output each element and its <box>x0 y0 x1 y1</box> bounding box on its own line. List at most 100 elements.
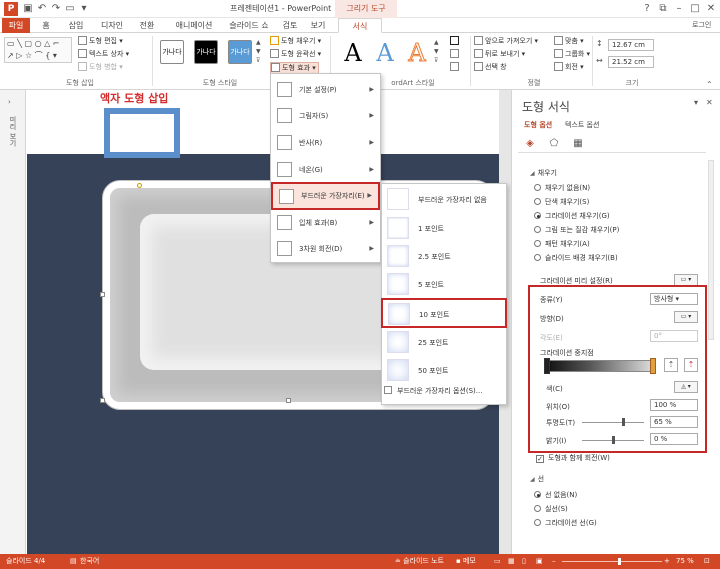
selection-pane-button[interactable]: 선택 창 <box>474 62 507 73</box>
send-backward-button[interactable]: 뒤로 보내기 ▾ <box>474 49 525 60</box>
line-option-gradient[interactable]: 그라데이션 선(G) <box>534 518 597 528</box>
gradient-stop-1[interactable] <box>544 358 550 374</box>
spellcheck-icon[interactable]: ▤ <box>70 554 77 569</box>
line-option-solid[interactable]: 실선(S) <box>534 504 568 514</box>
soft-edge-10pt[interactable]: 10 포인트 <box>381 298 507 328</box>
frame-shape[interactable] <box>104 108 180 158</box>
soft-edge-25pt[interactable]: 25 포인트 <box>382 328 506 357</box>
minimize-icon[interactable]: – <box>672 2 686 16</box>
slide-sorter-icon[interactable]: ▦ <box>508 554 515 569</box>
angle-input[interactable]: 0° <box>650 330 698 342</box>
soft-edges-options-link[interactable]: 부드러운 가장자리 옵션(S)... <box>384 386 482 396</box>
soft-edge-2-5pt[interactable]: 2.5 포인트 <box>382 242 506 271</box>
login-link[interactable]: 로그인 <box>692 20 711 30</box>
fill-section-header[interactable]: ◢ 채우기 <box>530 168 557 178</box>
zoom-out-icon[interactable]: – <box>552 554 556 569</box>
wordart-style-black[interactable]: A <box>340 38 366 68</box>
zoom-slider[interactable] <box>562 561 662 562</box>
menu-item-glow[interactable]: 네온(G) ▶ <box>271 157 380 183</box>
wordart-style-orange-outline[interactable]: A <box>404 38 430 68</box>
color-picker-button[interactable]: ◬ ▾ <box>674 381 698 393</box>
group-button[interactable]: 그룹화 ▾ <box>554 49 590 60</box>
adjust-handle[interactable] <box>137 183 142 188</box>
align-button[interactable]: 맞춤 ▾ <box>554 36 584 47</box>
language-indicator[interactable]: 한국어 <box>80 554 99 569</box>
soft-edge-none[interactable]: 부드러운 가장자리 없음 <box>382 185 506 214</box>
menu-item-soft-edges[interactable]: 부드러운 가장자리(E) ▶ <box>271 182 380 210</box>
resize-handle-left[interactable] <box>100 292 105 297</box>
rotate-button[interactable]: 회전 ▾ <box>554 62 584 73</box>
menu-item-reflection[interactable]: 반사(R) ▶ <box>271 130 380 156</box>
zoom-level[interactable]: 75 % <box>676 554 694 569</box>
menu-item-3d-rotation[interactable]: 3차원 회전(D) ▶ <box>271 236 380 262</box>
fill-option-slide-bg[interactable]: 슬라이드 배경 채우기(B) <box>534 253 618 263</box>
position-input[interactable]: 100 % <box>650 399 698 411</box>
height-input[interactable]: 12.67 cm <box>608 39 654 51</box>
tab-insert[interactable]: 삽입 <box>62 18 90 33</box>
pane-tab-text-options[interactable]: 텍스트 옵션 <box>565 120 599 130</box>
tab-slideshow[interactable]: 슬라이드 쇼 <box>224 18 274 33</box>
tab-format[interactable]: 서식 <box>338 18 382 33</box>
wordart-gallery-scroll[interactable]: ▲ ▼ ⊽ <box>434 38 439 65</box>
tab-home[interactable]: 홈 <box>34 18 58 33</box>
shape-outline-button[interactable]: 도형 윤곽선 ▾ <box>270 49 321 60</box>
shape-style-gallery-scroll[interactable]: ▲ ▼ ⊽ <box>256 38 261 65</box>
brightness-input[interactable]: 0 % <box>650 433 698 445</box>
text-outline-button[interactable] <box>450 49 461 60</box>
qat-customize-icon[interactable]: ▾ <box>78 3 90 15</box>
add-stop-icon[interactable]: ⇡ <box>664 358 678 372</box>
redo-icon[interactable]: ↷ <box>50 3 62 15</box>
direction-button[interactable]: ▭ ▾ <box>674 311 698 323</box>
shape-style-swatch-blue[interactable]: 가나다 <box>228 40 252 64</box>
comments-button[interactable]: ▪ 메모 <box>456 554 476 569</box>
brightness-slider-thumb[interactable] <box>612 436 615 444</box>
save-icon[interactable]: ▣ <box>22 3 34 15</box>
size-properties-icon[interactable]: ▦ <box>572 138 584 150</box>
slideshow-view-icon[interactable]: ▣ <box>536 554 543 569</box>
menu-item-preset[interactable]: 기본 설정(P) ▶ <box>271 77 380 103</box>
gradient-stop-2[interactable] <box>650 358 656 374</box>
pane-scrollbar[interactable] <box>708 160 714 340</box>
shape-style-swatch-black[interactable]: 가나다 <box>194 40 218 64</box>
fit-slide-icon[interactable]: ⊡ <box>704 554 710 569</box>
text-box-button[interactable]: 텍스트 상자 ▾ <box>78 49 129 60</box>
fill-option-pattern[interactable]: 패턴 채우기(A) <box>534 239 590 249</box>
fill-option-gradient[interactable]: 그라데이션 채우기(G) <box>534 211 610 221</box>
notes-button[interactable]: ≐ 슬라이드 노트 <box>395 554 444 569</box>
pane-close-icon[interactable]: ✕ <box>706 98 713 107</box>
menu-item-shadow[interactable]: 그림자(S) ▶ <box>271 103 380 129</box>
tab-review[interactable]: 검토 <box>278 18 302 33</box>
shape-fill-button[interactable]: 도형 채우기 ▾ <box>270 36 321 47</box>
soft-edge-50pt[interactable]: 50 포인트 <box>382 356 506 385</box>
rotate-with-shape-checkbox[interactable]: ✓ 도형과 함께 회전(W) <box>536 453 610 463</box>
remove-stop-icon[interactable]: ⇡ <box>684 358 698 372</box>
shape-style-swatch-white[interactable]: 가나다 <box>160 40 184 64</box>
fill-option-solid[interactable]: 단색 채우기(S) <box>534 197 589 207</box>
tab-animations[interactable]: 애니메이션 <box>166 18 222 33</box>
fill-option-picture[interactable]: 그림 또는 질감 채우기(P) <box>534 225 619 235</box>
reading-view-icon[interactable]: ▯ <box>522 554 526 569</box>
resize-handle-bottom-left[interactable] <box>100 398 105 403</box>
ribbon-display-icon[interactable]: ⧉ <box>656 2 670 16</box>
undo-icon[interactable]: ↶ <box>36 3 48 15</box>
maximize-icon[interactable]: □ <box>688 2 702 16</box>
merge-shapes-button[interactable]: 도형 병합 ▾ <box>78 62 123 73</box>
shapes-gallery[interactable]: ▭ ╲ ▢ ○ △ ⌐ ↗ ▷ ☆ ⌒ { ▾ <box>4 37 72 63</box>
fill-option-none[interactable]: 채우기 없음(N) <box>534 183 590 193</box>
normal-view-icon[interactable]: ▭ <box>494 554 501 569</box>
tab-design[interactable]: 디자인 <box>94 18 130 33</box>
wordart-style-blue[interactable]: A <box>372 38 398 68</box>
help-icon[interactable]: ? <box>640 2 654 16</box>
expand-thumbnails-icon[interactable]: › <box>8 98 11 106</box>
bring-forward-button[interactable]: 앞으로 가져오기 ▾ <box>474 36 538 47</box>
type-select[interactable]: 방사형 ▾ <box>650 293 698 305</box>
soft-edge-5pt[interactable]: 5 포인트 <box>382 270 506 299</box>
transparency-input[interactable]: 65 % <box>650 416 698 428</box>
line-section-header[interactable]: ◢ 선 <box>530 474 544 484</box>
start-slideshow-icon[interactable]: ▭ <box>64 3 76 15</box>
tab-file[interactable]: 파일 <box>2 18 30 33</box>
pane-tab-shape-options[interactable]: 도형 옵션 <box>524 120 552 130</box>
pane-menu-icon[interactable]: ▾ <box>694 98 698 107</box>
effects-icon[interactable]: ⬠ <box>548 138 560 150</box>
text-effects-button[interactable] <box>450 62 461 73</box>
